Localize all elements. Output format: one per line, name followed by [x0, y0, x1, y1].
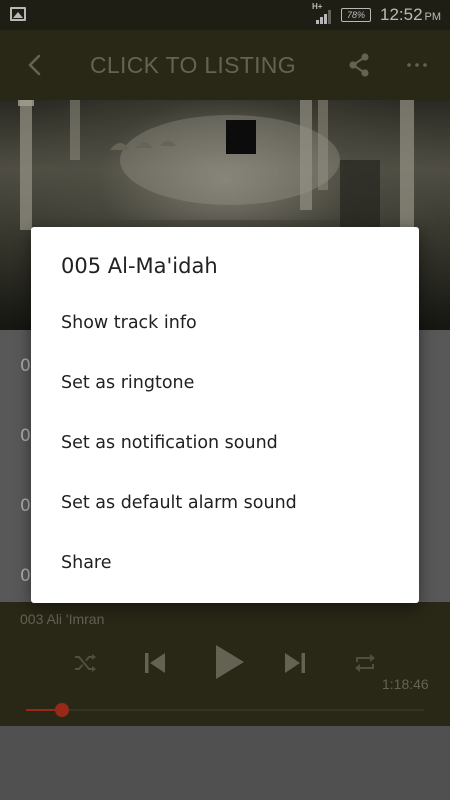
- track-options-dialog: 005 Al-Ma'idah Show track info Set as ri…: [31, 227, 419, 603]
- dialog-title: 005 Al-Ma'idah: [61, 254, 218, 278]
- set-as-ringtone-option[interactable]: Set as ringtone: [31, 353, 419, 413]
- share-option[interactable]: Share: [31, 533, 419, 593]
- set-as-notification-sound-option[interactable]: Set as notification sound: [31, 413, 419, 473]
- set-as-default-alarm-sound-option[interactable]: Set as default alarm sound: [31, 473, 419, 533]
- show-track-info-option[interactable]: Show track info: [31, 293, 419, 353]
